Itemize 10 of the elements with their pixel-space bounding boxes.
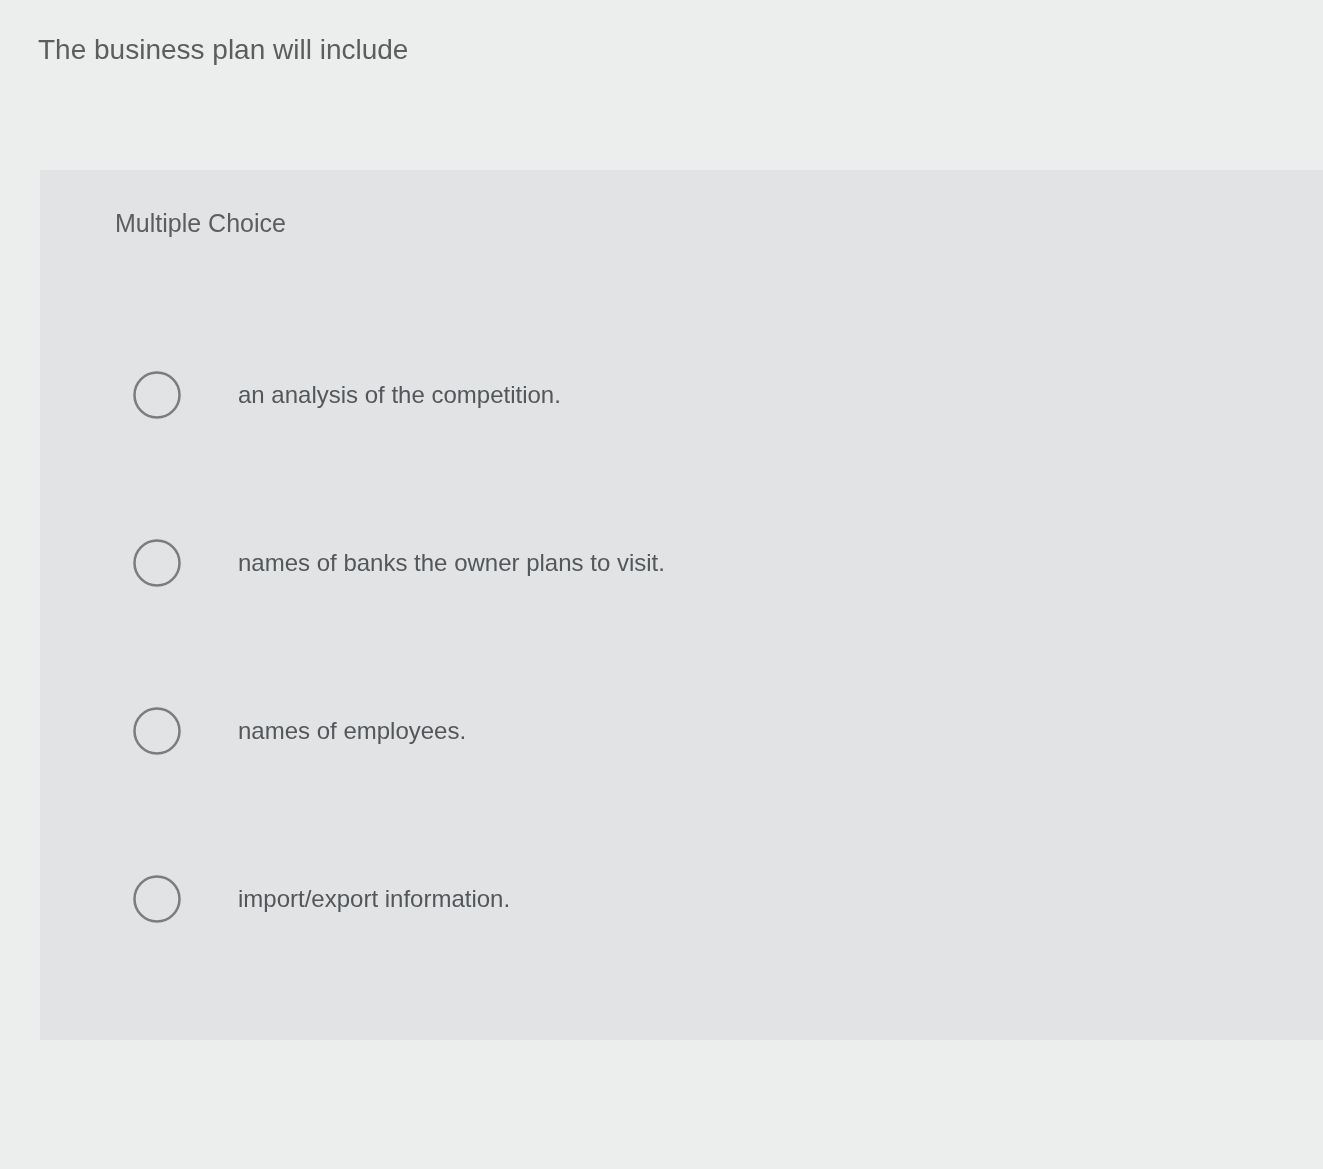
radio-button[interactable] [133,707,181,755]
option-label[interactable]: an analysis of the competition. [238,378,561,412]
question-text: The business plan will include [38,33,409,67]
option-label[interactable]: names of banks the owner plans to visit. [238,546,665,580]
question-type-label: Multiple Choice [115,208,286,239]
option-label[interactable]: names of employees. [238,714,467,748]
radio-button[interactable] [133,539,181,587]
radio-button[interactable] [133,371,181,419]
option-label[interactable]: import/export information. [238,882,511,916]
radio-button[interactable] [133,875,181,923]
